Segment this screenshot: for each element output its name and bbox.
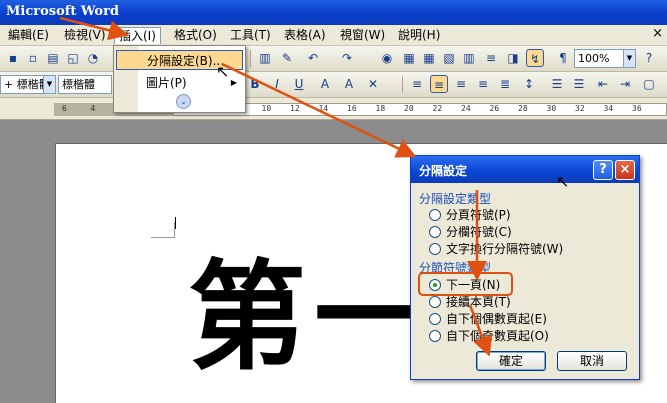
arrow-to-dialog	[221, 62, 417, 158]
annotation-arrows	[59, 16, 492, 357]
arrow-to-insert-menu	[59, 16, 129, 41]
arrow-to-ok	[468, 304, 492, 357]
mouse-pointer-icon: ↖	[556, 172, 570, 191]
mouse-pointer-icon: ↖	[216, 62, 230, 81]
